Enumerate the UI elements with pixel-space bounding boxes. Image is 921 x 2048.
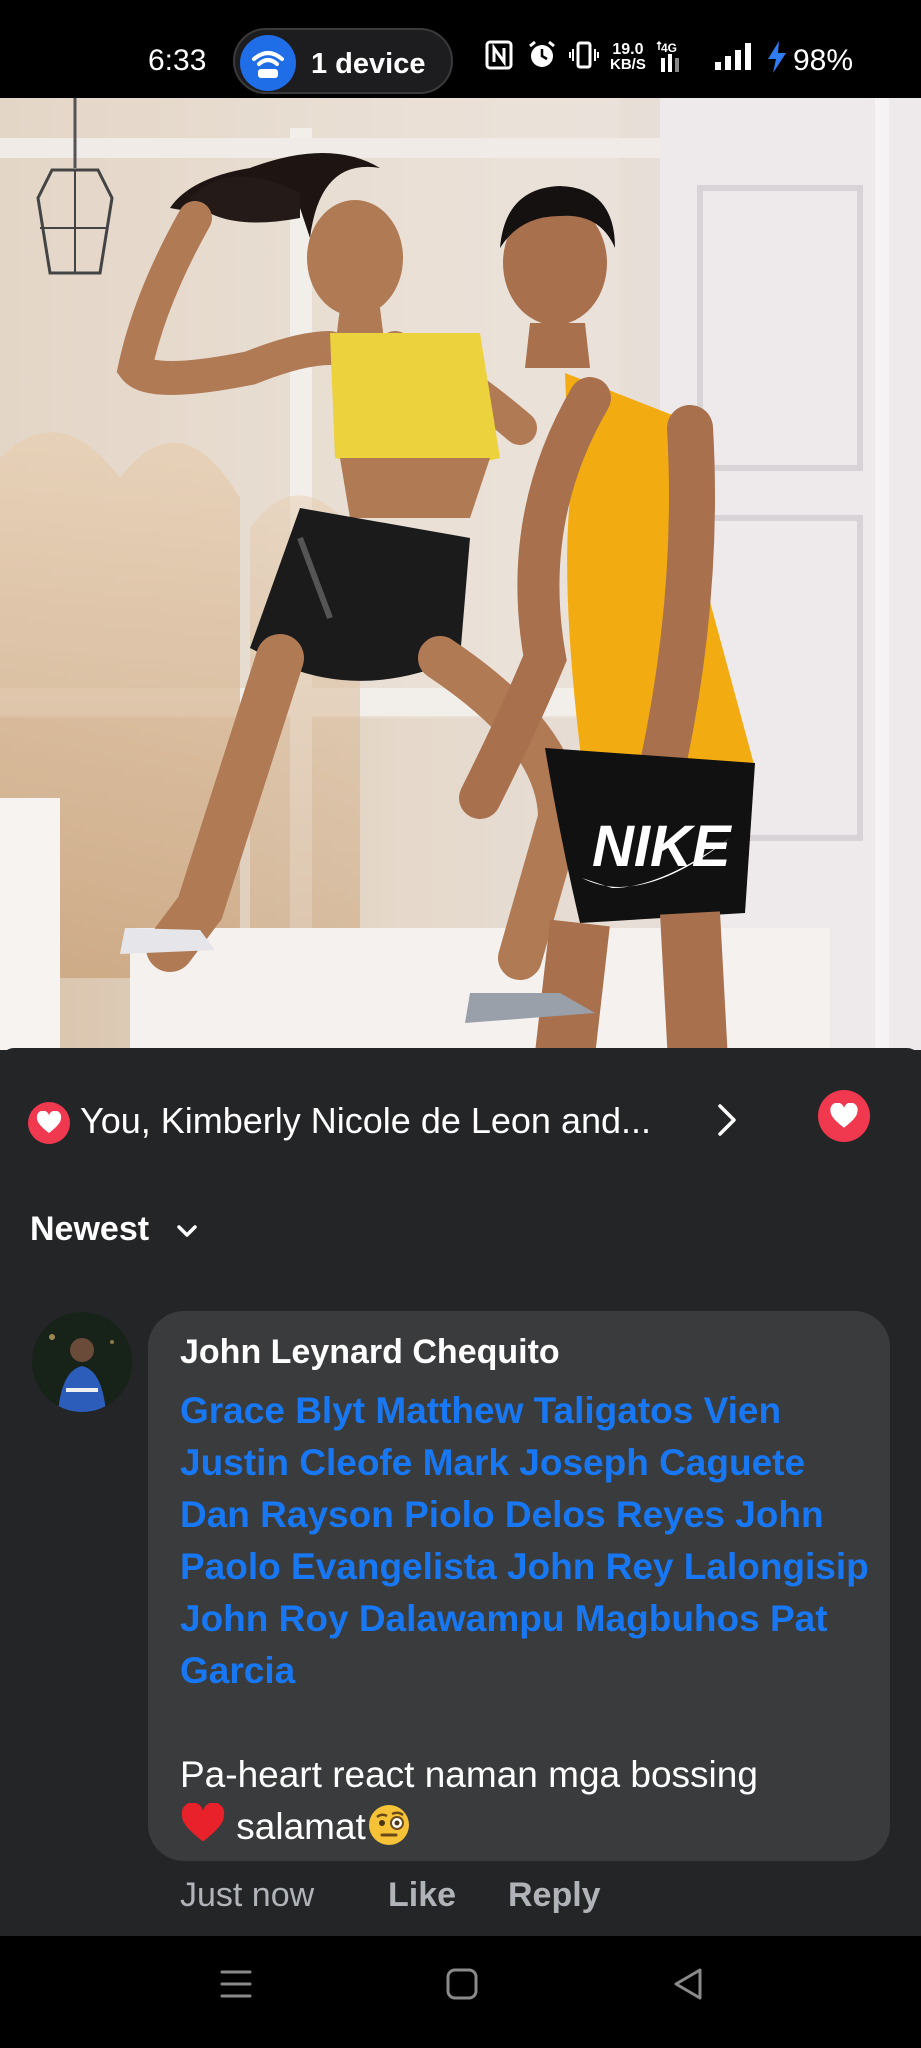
nfc-icon — [485, 40, 513, 70]
network-4g-icon: 4G — [656, 40, 679, 72]
sort-label: Newest — [30, 1210, 150, 1248]
hotspot-indicator[interactable]: 1 device — [233, 28, 453, 94]
tagged-user[interactable]: Dan Rayson — [180, 1494, 394, 1535]
status-icons: 19.0 KB/S 4G 98% — [485, 40, 885, 84]
tagged-user[interactable]: John Roy Dalawampu Magbuhos — [180, 1598, 760, 1639]
comment-tags: Grace Blyt Matthew Taligatos Vien Justin… — [180, 1385, 870, 1697]
hotspot-icon — [240, 35, 296, 91]
post-photo[interactable]: NIKE — [0, 98, 921, 1050]
shirt-logo-text: NIKE — [592, 814, 733, 879]
chevron-down-icon — [177, 1225, 197, 1237]
comment-text-end: salamat — [236, 1806, 366, 1847]
like-button[interactable]: Like — [388, 1876, 456, 1915]
reactions-summary-text: You, Kimberly Nicole de Leon and... — [80, 1100, 652, 1141]
heart-react-button[interactable] — [818, 1090, 870, 1142]
status-bar: 6:33 1 device 19.0 KB/S 4G 98% — [0, 0, 921, 98]
status-time: 6:33 — [148, 44, 207, 77]
comment-text: Pa-heart react naman mga bossing salamat — [180, 1749, 870, 1853]
battery-level: 98% — [793, 44, 854, 77]
hotspot-label: 1 device — [311, 48, 426, 80]
monocle-face-emoji-icon — [368, 1805, 409, 1845]
comment-bubble[interactable]: John Leynard Chequito Grace Blyt Matthew… — [148, 1311, 890, 1861]
comment-text-main: Pa-heart react naman mga bossing — [180, 1754, 758, 1795]
vibrate-icon — [569, 41, 599, 69]
back-icon[interactable] — [670, 1966, 706, 2002]
net-speed: 19.0 KB/S — [610, 41, 646, 73]
heart-icon — [830, 1103, 858, 1128]
reply-button[interactable]: Reply — [508, 1876, 601, 1915]
comments-sheet: You, Kimberly Nicole de Leon and... Newe… — [0, 1048, 921, 1936]
tagged-user[interactable]: Matthew Taligatos — [375, 1390, 693, 1431]
tagged-user[interactable]: John Rey Lalongisip — [507, 1546, 869, 1587]
charging-icon — [768, 41, 786, 73]
red-heart-emoji-icon — [181, 1803, 225, 1842]
home-icon[interactable] — [444, 1966, 480, 2002]
signal-icon — [715, 43, 751, 70]
chevron-right-icon — [718, 1104, 736, 1136]
tagged-user[interactable]: Piolo Delos Reyes — [404, 1494, 725, 1535]
screen: 6:33 1 device 19.0 KB/S 4G 98% NIKE You,… — [0, 0, 921, 2048]
svg-text:4G: 4G — [661, 41, 677, 55]
heart-reaction-icon — [28, 1102, 70, 1144]
reactions-summary[interactable]: You, Kimberly Nicole de Leon and... — [0, 1090, 921, 1150]
menu-icon[interactable] — [218, 1966, 254, 2002]
commenter-avatar[interactable] — [32, 1312, 132, 1412]
comment-sort-dropdown[interactable]: Newest — [30, 1210, 197, 1254]
comment-time: Just now — [180, 1876, 315, 1914]
alarm-icon — [529, 40, 555, 67]
tagged-user[interactable]: Mark Joseph Caguete — [423, 1442, 805, 1483]
tagged-user[interactable]: Grace Blyt — [180, 1390, 365, 1431]
comment-author[interactable]: John Leynard Chequito — [180, 1333, 560, 1372]
system-nav-bar — [0, 1936, 921, 2048]
